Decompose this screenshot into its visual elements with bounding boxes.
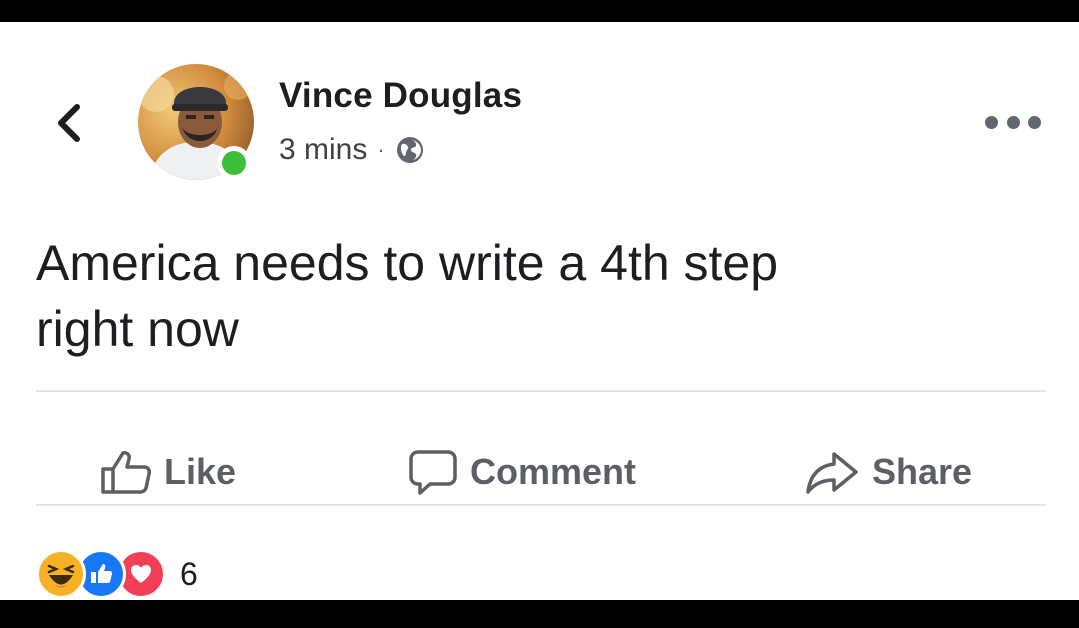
post-card: Vince Douglas 3 mins · America needs to … [0, 22, 1079, 600]
post-time[interactable]: 3 mins [279, 133, 367, 167]
reactions-summary[interactable]: 6 [36, 548, 198, 600]
like-label: Like [164, 451, 237, 492]
share-label: Share [872, 451, 973, 492]
post-text-line: America needs to write a 4th step [36, 235, 779, 291]
divider [36, 504, 1046, 506]
comment-button[interactable]: Comment [408, 420, 636, 524]
meta-separator: · [377, 137, 385, 162]
share-button[interactable]: Share [804, 420, 972, 524]
thumbs-up-icon [101, 451, 151, 494]
chevron-left-icon [58, 104, 80, 142]
more-dot [1028, 115, 1041, 129]
action-bar: Like Comment Share [36, 420, 1046, 524]
more-options-button[interactable] [985, 110, 1041, 134]
post-text-line: right now [36, 301, 239, 357]
post-text: America needs to write a 4th step right … [36, 230, 1046, 362]
more-dot [1006, 115, 1020, 129]
divider [36, 390, 1046, 392]
post-meta: 3 mins · [279, 130, 425, 170]
more-dot [985, 115, 998, 129]
share-icon [806, 452, 858, 494]
author-name[interactable]: Vince Douglas [279, 76, 522, 116]
haha-icon [36, 549, 86, 599]
reaction-count: 6 [180, 555, 198, 592]
comment-icon [409, 450, 457, 495]
comment-label: Comment [470, 451, 637, 492]
like-button[interactable]: Like [100, 420, 236, 524]
back-button[interactable] [48, 98, 88, 148]
globe-icon[interactable] [395, 135, 425, 165]
online-status-indicator [217, 146, 251, 180]
